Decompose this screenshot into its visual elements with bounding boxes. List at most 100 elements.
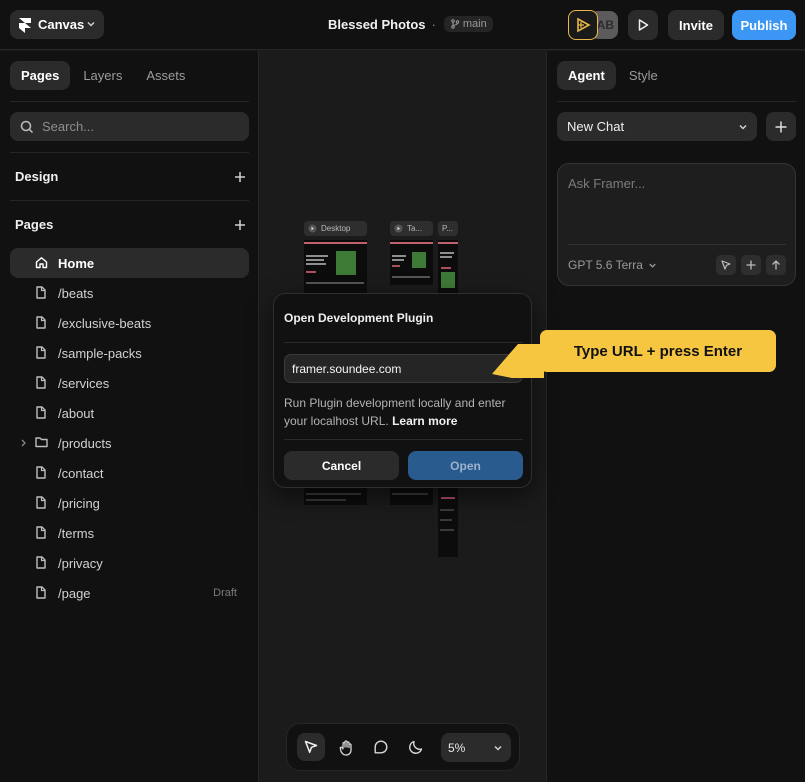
- publish-button[interactable]: Publish: [732, 10, 796, 40]
- page-label: /terms: [58, 525, 95, 541]
- frame-label-tablet[interactable]: Ta...: [390, 221, 433, 236]
- page-icon: [35, 586, 47, 599]
- select-element-button[interactable]: [716, 255, 736, 275]
- page-item-privacy[interactable]: /privacy: [10, 548, 249, 578]
- search-box[interactable]: [10, 112, 249, 141]
- add-page-icon[interactable]: [234, 219, 246, 231]
- arrow-up-icon: [770, 259, 782, 271]
- play-logo-icon: [574, 16, 592, 34]
- page-label: /sample-packs: [58, 345, 142, 361]
- attach-button[interactable]: [741, 255, 761, 275]
- chat-select[interactable]: New Chat: [557, 112, 757, 141]
- open-button[interactable]: Open: [408, 451, 523, 480]
- select-tool-button[interactable]: [297, 733, 325, 761]
- dev-plugin-dialog: Open Development Plugin Run Plugin devel…: [273, 293, 532, 488]
- divider: [284, 342, 523, 343]
- page-label: /contact: [58, 465, 104, 481]
- tablet-frame-preview[interactable]: [390, 240, 433, 285]
- left-tabs: Pages Layers Assets: [10, 61, 196, 90]
- page-icon: [35, 406, 47, 419]
- phone-frame-preview[interactable]: [438, 240, 458, 295]
- instruction-callout: Type URL + press Enter: [540, 330, 776, 372]
- play-icon: [394, 224, 403, 233]
- comment-icon: [373, 739, 389, 755]
- page-item-exclusive-beats[interactable]: /exclusive-beats: [10, 308, 249, 338]
- preview-button[interactable]: [628, 10, 658, 40]
- search-input[interactable]: [42, 119, 232, 134]
- frame-label-phone[interactable]: P...: [438, 221, 458, 236]
- learn-more-link[interactable]: Learn more: [392, 414, 457, 428]
- chevron-down-icon: [493, 743, 503, 753]
- frame-label-text: Ta...: [407, 224, 423, 233]
- page-label: /about: [58, 405, 95, 421]
- comment-tool-button[interactable]: [367, 733, 395, 761]
- page-item-sample-packs[interactable]: /sample-packs: [10, 338, 249, 368]
- collaborator-avatars[interactable]: AB: [568, 10, 620, 40]
- page-item-services[interactable]: /services: [10, 368, 249, 398]
- plus-icon: [745, 259, 757, 271]
- page-icon: [35, 466, 47, 479]
- dialog-title: Open Development Plugin: [284, 311, 434, 325]
- page-icon: [35, 526, 47, 539]
- divider: [557, 101, 796, 102]
- page-item-contact[interactable]: /contact: [10, 458, 249, 488]
- page-item-page[interactable]: /page Draft: [10, 578, 249, 608]
- branch-badge[interactable]: main: [443, 16, 493, 32]
- doc-title-text: Blessed Photos: [328, 16, 426, 32]
- project-menu-button[interactable]: Canvas: [10, 10, 104, 39]
- add-design-icon[interactable]: [234, 171, 246, 183]
- tab-layers[interactable]: Layers: [72, 61, 133, 90]
- page-label: /privacy: [58, 555, 103, 571]
- chevron-down-icon: [86, 19, 96, 29]
- page-label: /services: [58, 375, 110, 391]
- new-chat-button[interactable]: [766, 112, 796, 141]
- invite-button[interactable]: Invite: [668, 10, 724, 40]
- dialog-description: Run Plugin development locally and enter…: [284, 394, 520, 430]
- tab-agent[interactable]: Agent: [557, 61, 616, 90]
- page-item-terms[interactable]: /terms: [10, 518, 249, 548]
- page-icon: [35, 376, 47, 389]
- right-tabs: Agent Style: [557, 61, 669, 90]
- phone-frame-preview-bottom: [438, 485, 458, 557]
- tab-style[interactable]: Style: [618, 61, 669, 90]
- page-list: Home /beats /exclusive-beats /sample-pac…: [10, 248, 249, 608]
- page-label: /exclusive-beats: [58, 315, 152, 331]
- ask-input[interactable]: [568, 176, 786, 236]
- tab-pages[interactable]: Pages: [10, 61, 71, 90]
- divider: [10, 200, 249, 201]
- frame-label-desktop[interactable]: Desktop: [304, 221, 367, 236]
- desktop-frame-preview[interactable]: [304, 240, 367, 295]
- send-button[interactable]: [766, 255, 786, 275]
- page-item-home[interactable]: Home: [10, 248, 249, 278]
- page-item-products[interactable]: /products: [10, 428, 249, 458]
- hand-tool-button[interactable]: [332, 733, 360, 761]
- branch-name: main: [462, 18, 487, 30]
- pages-section-header: Pages: [15, 217, 246, 232]
- page-item-pricing[interactable]: /pricing: [10, 488, 249, 518]
- page-icon: [35, 286, 47, 299]
- tab-assets[interactable]: Assets: [135, 61, 196, 90]
- document-title[interactable]: Blessed Photos · main: [328, 16, 493, 32]
- model-select[interactable]: GPT 5.6 Terra: [568, 258, 657, 272]
- cancel-button[interactable]: Cancel: [284, 451, 399, 480]
- plugin-url-input[interactable]: [284, 354, 523, 383]
- search-icon: [20, 120, 34, 134]
- page-item-about[interactable]: /about: [10, 398, 249, 428]
- pages-heading: Pages: [15, 217, 54, 232]
- chevron-right-icon[interactable]: [20, 439, 27, 447]
- right-sidebar: Agent Style New Chat GPT 5.6 Terra: [546, 51, 805, 782]
- zoom-level: 5%: [448, 740, 466, 755]
- moon-icon: [408, 739, 424, 755]
- canvas-toolbar: 5%: [286, 723, 520, 771]
- home-icon: [35, 256, 48, 269]
- frame-label-text: P...: [442, 224, 453, 233]
- page-label: /products: [58, 435, 112, 451]
- zoom-select[interactable]: 5%: [441, 733, 511, 762]
- user-avatar[interactable]: [568, 10, 598, 40]
- theme-toggle-button[interactable]: [402, 733, 430, 761]
- play-icon: [308, 224, 317, 233]
- page-icon: [35, 316, 47, 329]
- draft-badge: Draft: [213, 587, 237, 599]
- page-item-beats[interactable]: /beats: [10, 278, 249, 308]
- chevron-down-icon: [648, 261, 657, 270]
